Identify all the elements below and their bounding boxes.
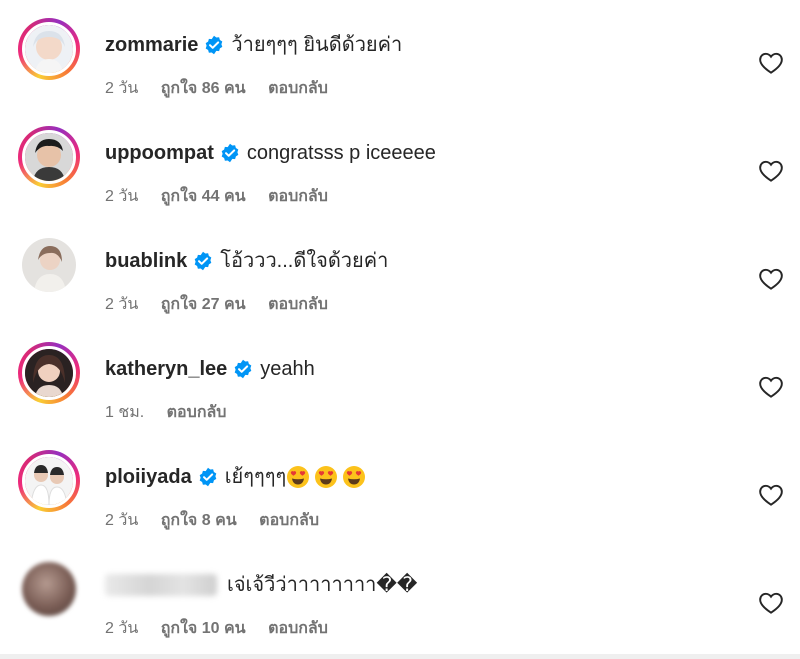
blurred-username[interactable] (105, 574, 217, 596)
avatar-story-ring[interactable] (18, 342, 80, 404)
comment-item: uppoompat congratsss p iceeeee 2 วัน ถูก… (0, 118, 800, 226)
reply-button[interactable]: ตอบกลับ (268, 296, 328, 313)
comment-like-count[interactable]: ถูกใจ 86 คน (161, 80, 246, 97)
avatar-wrapper[interactable] (18, 558, 80, 620)
heart-outline-icon[interactable] (758, 50, 784, 76)
heart-outline-icon[interactable] (758, 482, 784, 508)
comment-text: โอ้ววว...ดีใจด้วยค่า (220, 250, 389, 272)
comment-username[interactable]: katheryn_lee (105, 356, 227, 382)
blurred-profile-photo (22, 562, 76, 616)
reply-button[interactable]: ตอบกลับ (268, 188, 328, 205)
comment-text: yeahh (260, 358, 315, 380)
heart-eyes-emoji (314, 465, 338, 489)
comment-username[interactable]: ploiiyada (105, 464, 192, 490)
comment-username[interactable]: uppoompat (105, 140, 214, 166)
comment-timestamp[interactable]: 2 วัน (105, 296, 138, 313)
comment-like-count[interactable]: ถูกใจ 27 คน (161, 296, 246, 313)
heart-outline-icon[interactable] (758, 266, 784, 292)
comment-timestamp[interactable]: 2 วัน (105, 80, 138, 97)
avatar (22, 346, 76, 400)
avatar (22, 22, 76, 76)
comment-text: เย้ๆๆๆๆ (224, 466, 287, 488)
verified-badge-icon (198, 467, 218, 487)
comment-timestamp[interactable]: 2 วัน (105, 188, 138, 205)
comment-like-count[interactable]: ถูกใจ 44 คน (161, 188, 246, 205)
divider (0, 654, 800, 659)
reply-button[interactable]: ตอบกลับ (268, 620, 328, 637)
comment-item: buablink โอ้ววว...ดีใจด้วยค่า 2 วัน ถูกใ… (0, 226, 800, 334)
heart-outline-icon[interactable] (758, 590, 784, 616)
comment-text: congratsss p iceeeee (246, 142, 436, 164)
comment-username[interactable]: zommarie (105, 32, 198, 58)
comment-username[interactable]: buablink (105, 248, 187, 274)
reply-button[interactable]: ตอบกลับ (259, 512, 319, 529)
comment-timestamp[interactable]: 2 วัน (105, 512, 138, 529)
verified-badge-icon (233, 359, 253, 379)
reply-button[interactable]: ตอบกลับ (268, 80, 328, 97)
avatar (22, 238, 76, 292)
comment-like-count[interactable]: ถูกใจ 8 คน (161, 512, 237, 529)
avatar-story-ring[interactable] (18, 18, 80, 80)
comment-item: katheryn_lee yeahh 1 ชม. ตอบกลับ (0, 334, 800, 442)
comment-like-count[interactable]: ถูกใจ 10 คน (161, 620, 246, 637)
reply-button[interactable]: ตอบกลับ (167, 404, 227, 421)
avatar (22, 454, 76, 508)
avatar-story-ring[interactable] (18, 126, 80, 188)
comment-item: เจ่เจ้วีว่าาาาาาาา�� 2 วัน ถูกใจ 10 คน ต… (0, 550, 800, 658)
comment-timestamp[interactable]: 1 ชม. (105, 404, 144, 421)
verified-badge-icon (220, 143, 240, 163)
verified-badge-icon (204, 35, 224, 55)
heart-eyes-emoji (342, 465, 366, 489)
avatar (22, 130, 76, 184)
verified-badge-icon (193, 251, 213, 271)
heart-eyes-emoji (286, 465, 310, 489)
heart-outline-icon[interactable] (758, 374, 784, 400)
avatar-story-ring[interactable] (18, 450, 80, 512)
comment-text: เจ่เจ้วีว่าาาาาาาา�� (227, 574, 418, 596)
comment-item: ploiiyada เย้ๆๆๆๆ 2 วัน ถูกใจ 8 คน ตอบกล… (0, 442, 800, 550)
comment-timestamp[interactable]: 2 วัน (105, 620, 138, 637)
heart-outline-icon[interactable] (758, 158, 784, 184)
comment-item: zommarie ว้ายๆๆๆ ยินดีด้วยค่า 2 วัน ถูกใ… (0, 10, 800, 118)
comment-text: ว้ายๆๆๆ ยินดีด้วยค่า (231, 34, 403, 56)
avatar-wrapper[interactable] (18, 234, 80, 296)
